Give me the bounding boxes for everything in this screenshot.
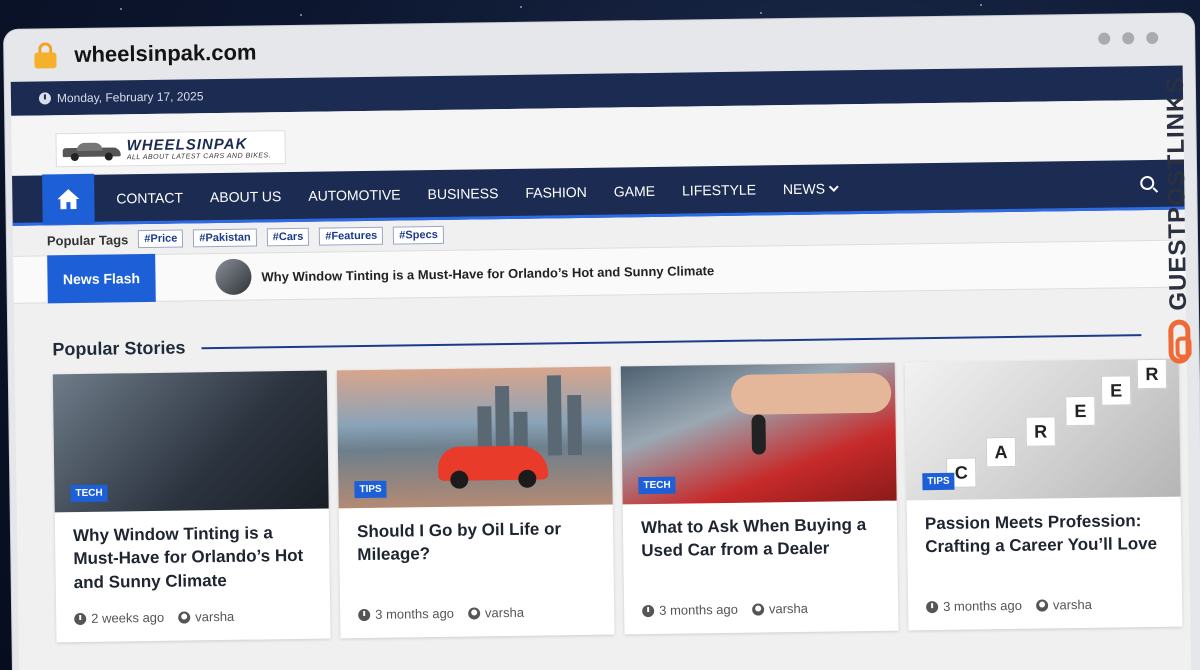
window-dot-icon[interactable] (1098, 32, 1111, 45)
news-flash-label: News Flash (47, 253, 156, 304)
story-card[interactable]: C A R E E R TIPS Passion Meets Professio… (904, 358, 1183, 631)
window-dot-icon[interactable] (1122, 32, 1135, 45)
story-time[interactable]: 2 weeks ago (91, 610, 164, 626)
user-icon (751, 602, 765, 616)
hand-shape (730, 372, 892, 415)
clock-icon (642, 604, 655, 617)
nav-automotive[interactable]: AUTOMOTIVE (308, 186, 401, 203)
section-title: Popular Stories (52, 337, 186, 360)
letter-block: R (1025, 416, 1056, 447)
story-cards: TECH Why Window Tinting is a Must-Have f… (15, 358, 1191, 643)
story-time[interactable]: 3 months ago (943, 598, 1022, 614)
clock-icon (74, 612, 87, 625)
home-icon (57, 188, 80, 209)
sports-car (437, 445, 549, 481)
tag-specs[interactable]: #Specs (393, 225, 444, 245)
category-badge[interactable]: TIPS (354, 480, 387, 499)
clock-icon (358, 608, 371, 621)
story-image[interactable]: TECH (620, 362, 897, 505)
tag-price[interactable]: #Price (138, 229, 184, 249)
nav-business[interactable]: BUSINESS (427, 185, 498, 202)
story-image[interactable]: TIPS (336, 366, 613, 509)
lock-icon (34, 42, 57, 69)
website: Monday, February 17, 2025 WHEELSINPAK AL… (10, 65, 1192, 670)
tag-cars[interactable]: #Cars (266, 227, 310, 247)
category-badge[interactable]: TECH (70, 484, 108, 503)
window-controls (1098, 31, 1159, 45)
story-card[interactable]: TECH What to Ask When Buying a Used Car … (620, 362, 899, 635)
story-time[interactable]: 3 months ago (375, 606, 454, 622)
tag-features[interactable]: #Features (319, 226, 384, 246)
chevron-down-icon (828, 181, 839, 192)
story-card[interactable]: TECH Why Window Tinting is a Must-Have f… (52, 370, 331, 643)
car-logo-icon (62, 139, 123, 162)
user-icon (467, 606, 481, 620)
letter-block: E (1065, 395, 1096, 427)
search-icon[interactable] (1140, 175, 1155, 191)
story-meta: 2 weeks ago varsha (74, 609, 234, 626)
link-icon (1168, 319, 1191, 364)
story-time[interactable]: 3 months ago (659, 602, 738, 618)
category-badge[interactable]: TIPS (922, 472, 955, 491)
watermark: GUESTPOSTLINKS (1159, 73, 1197, 373)
window-dot-icon[interactable] (1146, 31, 1159, 45)
story-image[interactable]: C A R E E R TIPS (904, 358, 1181, 501)
nav-news-label: NEWS (782, 180, 826, 197)
nav-lifestyle[interactable]: LIFESTYLE (682, 181, 756, 198)
nav-about-us[interactable]: ABOUT US (210, 188, 282, 205)
tag-pakistan[interactable]: #Pakistan (193, 228, 257, 248)
home-button[interactable] (42, 173, 95, 224)
story-meta: 3 months ago varsha (358, 605, 524, 622)
url-text[interactable]: wheelsinpak.com (74, 39, 257, 68)
story-title[interactable]: Passion Meets Profession: Crafting a Car… (907, 497, 1182, 560)
letter-block: E (1100, 375, 1132, 406)
section-divider (201, 333, 1142, 349)
story-meta: 3 months ago varsha (926, 597, 1092, 614)
clock-icon (38, 92, 52, 105)
site-logo[interactable]: WHEELSINPAK ALL ABOUT LATEST CARS AND BI… (55, 130, 286, 168)
story-author[interactable]: varsha (769, 601, 808, 617)
user-icon (178, 610, 191, 624)
story-title[interactable]: What to Ask When Buying a Used Car from … (623, 501, 898, 564)
story-card[interactable]: TIPS Should I Go by Oil Life or Mileage?… (336, 366, 615, 639)
nav-contact[interactable]: CONTACT (116, 189, 183, 206)
nav-game[interactable]: GAME (614, 182, 655, 199)
story-title[interactable]: Should I Go by Oil Life or Mileage? (339, 505, 614, 568)
story-meta: 3 months ago varsha (642, 601, 808, 618)
logo-tagline: ALL ABOUT LATEST CARS AND BIKES. (126, 152, 272, 162)
category-badge[interactable]: TECH (638, 476, 676, 495)
story-image[interactable]: TECH (52, 370, 329, 513)
letter-block: A (985, 436, 1017, 468)
watermark-text: GUESTPOSTLINKS (1161, 76, 1193, 311)
logo-name: WHEELSINPAK (126, 135, 248, 155)
user-icon (1035, 598, 1048, 612)
story-author[interactable]: varsha (485, 605, 524, 621)
popular-stories-header: Popular Stories (14, 324, 1186, 361)
nav-fashion[interactable]: FASHION (525, 183, 587, 200)
popular-tags-label: Popular Tags (46, 231, 129, 248)
story-author[interactable]: varsha (1053, 597, 1092, 613)
news-flash-thumbnail[interactable] (215, 258, 252, 296)
car-key (751, 414, 766, 455)
story-author[interactable]: varsha (195, 609, 234, 625)
news-flash-headline[interactable]: Why Window Tinting is a Must-Have for Or… (261, 263, 714, 284)
nav-news[interactable]: NEWS (782, 180, 839, 197)
story-title[interactable]: Why Window Tinting is a Must-Have for Or… (55, 509, 330, 595)
browser-window: wheelsinpak.com Monday, February 17, 202… (4, 13, 1200, 670)
current-date: Monday, February 17, 2025 (56, 89, 204, 106)
clock-icon (926, 600, 939, 613)
